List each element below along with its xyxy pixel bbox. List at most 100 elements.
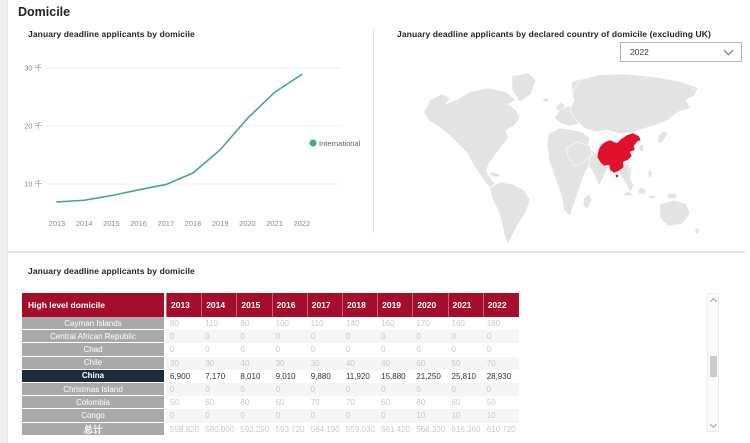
value-cell: 0 [342,330,377,343]
header-cell-year[interactable]: 2022 [483,293,518,317]
value-cell: 60 [272,396,307,409]
map-taiwan [629,167,632,171]
value-cell: 6,900 [166,370,201,383]
horizontal-divider [8,251,745,253]
header-cell-year[interactable]: 2018 [342,293,377,317]
value-cell: 140 [342,317,377,330]
value-cell: 0 [201,383,236,396]
table-header-row: High level domicile201320142015201620172… [22,293,519,317]
value-cell: 0 [236,383,271,396]
value-cell: 30 [307,357,342,370]
y-axis-tick: 20 千 [24,121,42,131]
value-cell: 10 [483,409,518,422]
value-cell: 21,250 [412,370,447,383]
value-cell: 0 [272,343,307,356]
value-cell: 0 [272,330,307,343]
x-axis-tick: 2014 [76,219,93,228]
row-label-cell: Chad [22,343,166,356]
value-cell: 50 [166,396,201,409]
value-cell: 60 [412,396,447,409]
header-cell-year[interactable]: 2017 [307,293,342,317]
legend-dot-icon [310,140,317,147]
chevron-down-icon [724,46,734,56]
header-cell-year[interactable]: 2016 [272,293,307,317]
scrollbar-thumb[interactable] [710,356,717,377]
value-cell: 8,010 [236,370,271,383]
table-scrollbar[interactable] [707,293,719,432]
y-axis-tick: 30 千 [24,63,42,73]
value-cell: 170 [412,317,447,330]
value-cell: 70 [307,396,342,409]
x-axis-tick: 2021 [266,219,283,228]
vertical-divider [373,28,374,233]
value-cell: 80 [236,317,271,330]
table-row-china[interactable]: China6,9007,1708,0109,0109,88011,92015,8… [22,370,519,383]
header-cell-domicile[interactable]: High level domicile [22,293,166,317]
value-cell: 100 [272,317,307,330]
domicile-dashboard: Domicile January deadline applicants by … [0,0,750,443]
value-cell: 60 [201,396,236,409]
scrollbar-up-button[interactable] [708,295,718,305]
table-row-chad[interactable]: Chad0000000000 [22,343,519,356]
value-cell: 40 [236,357,271,370]
map-caribbean [490,172,501,177]
table-row-cayman-islands[interactable]: Cayman Islands80110801001101401601701601… [22,317,519,330]
table-row--[interactable]: 总计558,820580,000592,290593,720564,190559… [22,423,519,436]
value-cell: 568,330 [412,423,447,436]
legend-label[interactable]: International [319,139,361,148]
table-row-christmas-island[interactable]: Christmas Island0000000000 [22,383,519,396]
value-cell: 180 [483,317,518,330]
x-axis-tick: 2013 [49,219,66,228]
row-label-cell: China [22,370,166,383]
map-sumatra [624,192,632,196]
year-dropdown[interactable]: 2022 [620,42,742,62]
value-cell: 0 [377,330,412,343]
value-cell: 0 [448,383,483,396]
value-cell: 0 [483,383,518,396]
header-cell-year[interactable]: 2014 [201,293,236,317]
value-cell: 10 [448,409,483,422]
x-axis-tick: 2019 [212,219,229,228]
header-cell-year[interactable]: 2013 [166,293,201,317]
value-cell: 0 [236,409,271,422]
value-cell: 40 [342,357,377,370]
map-madagascar [583,194,592,209]
value-cell: 70 [342,396,377,409]
value-cell: 0 [377,409,412,422]
map-hainan[interactable] [615,174,618,177]
table-row-colombia[interactable]: Colombia50606060707060606050 [22,396,519,409]
value-cell: 0 [342,383,377,396]
map-title: January deadline applicants by declared … [397,29,711,39]
value-cell: 0 [483,330,518,343]
map-new-zealand [695,228,699,234]
row-label-cell: Christmas Island [22,383,166,396]
value-cell: 50 [448,357,483,370]
page-title: Domicile [18,5,70,19]
header-cell-year[interactable]: 2020 [412,293,447,317]
value-cell: 160 [448,317,483,330]
year-dropdown-value: 2022 [630,47,649,57]
chevron-up-icon [709,297,716,304]
value-cell: 160 [377,317,412,330]
map-java [648,196,656,199]
header-cell-year[interactable]: 2019 [377,293,412,317]
header-cell-year[interactable]: 2015 [236,293,271,317]
value-cell: 60 [448,396,483,409]
map-russia-asia [570,74,698,134]
value-cell: 0 [377,383,412,396]
value-cell: 0 [201,409,236,422]
value-cell: 0 [201,343,236,356]
value-cell: 592,290 [236,423,271,436]
table-row-chile[interactable]: Chile30304030304040605070 [22,357,519,370]
header-cell-year[interactable]: 2021 [448,293,483,317]
value-cell: 80 [166,317,201,330]
table-row-congo[interactable]: Congo0000000101010 [22,409,519,422]
value-cell: 0 [342,343,377,356]
table-row-central-african-republic[interactable]: Central African Republic0000000000 [22,330,519,343]
scrollbar-down-button[interactable] [708,420,718,430]
value-cell: 15,880 [377,370,412,383]
value-cell: 0 [272,383,307,396]
line-series-international [57,74,302,202]
map-philippines [648,171,652,178]
map-borneo [638,188,646,194]
